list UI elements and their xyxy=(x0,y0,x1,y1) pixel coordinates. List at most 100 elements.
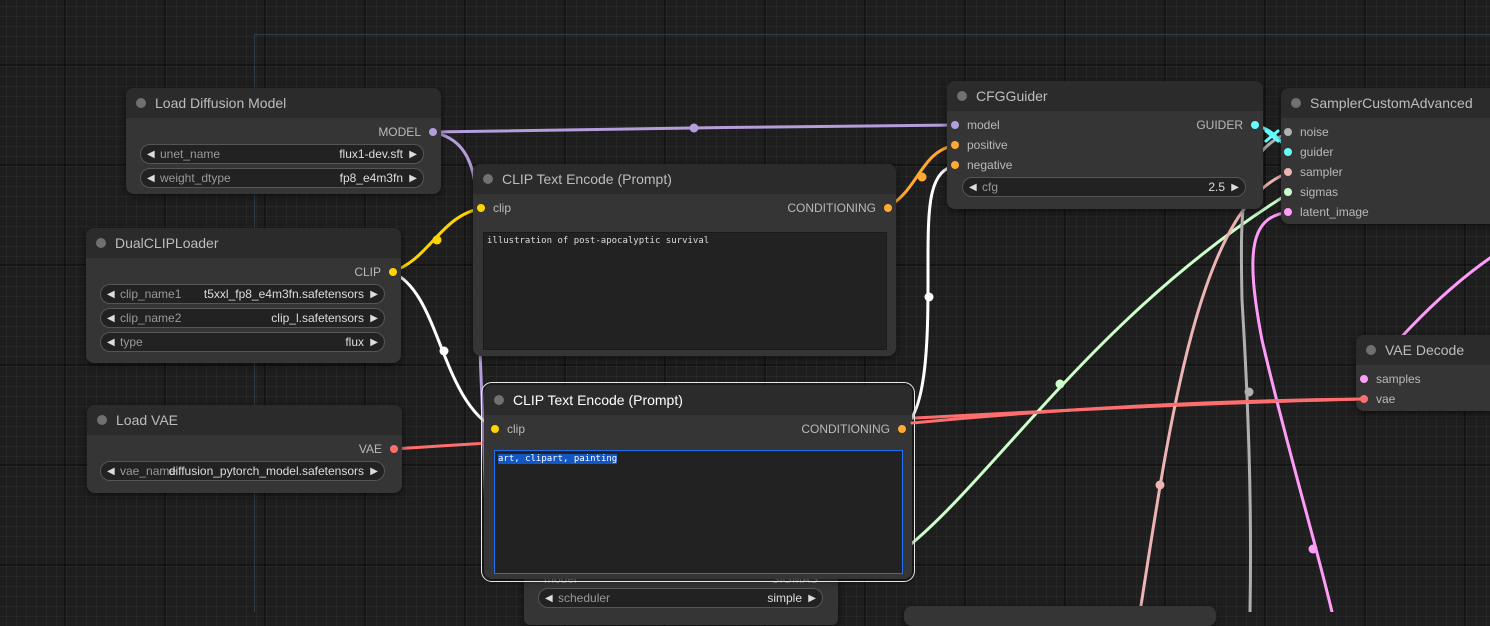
node-title[interactable]: SamplerCustomAdvanced xyxy=(1281,88,1490,118)
decrement-arrow-icon[interactable]: ◀ xyxy=(545,589,553,607)
slot-label: CONDITIONING xyxy=(801,422,890,436)
input-dot-icon[interactable] xyxy=(1360,395,1368,403)
decrement-arrow-icon[interactable]: ◀ xyxy=(969,178,977,196)
collapse-dot-icon[interactable] xyxy=(96,238,106,248)
collapse-dot-icon[interactable] xyxy=(136,98,146,108)
output-slot-clip[interactable]: CLIP xyxy=(354,262,397,282)
output-slot-guider[interactable]: GUIDER xyxy=(1196,115,1259,135)
prompt-textarea[interactable]: illustration of post-apocalyptic surviva… xyxy=(483,232,887,350)
input-slot-sampler[interactable]: sampler xyxy=(1284,162,1343,182)
increment-arrow-icon[interactable]: ▶ xyxy=(370,333,378,351)
slot-label: positive xyxy=(967,138,1008,152)
input-slot-clip[interactable]: clip xyxy=(491,419,526,439)
decrement-arrow-icon[interactable]: ◀ xyxy=(107,285,115,303)
slot-label: VAE xyxy=(358,442,382,456)
widget-clip-name2[interactable]: ◀ clip_name2 clip_l.safetensors ▶ xyxy=(100,308,385,328)
collapse-dot-icon[interactable] xyxy=(97,415,107,425)
collapse-dot-icon[interactable] xyxy=(483,174,493,184)
decrement-arrow-icon[interactable]: ◀ xyxy=(107,309,115,327)
node-title[interactable]: VAE Decode xyxy=(1356,335,1490,365)
widget-type[interactable]: ◀ type flux ▶ xyxy=(100,332,385,352)
input-dot-icon[interactable] xyxy=(951,141,959,149)
input-slot-noise[interactable]: noise xyxy=(1284,122,1329,142)
node-cfg-guider[interactable]: CFGGuider model positive negative GUIDER… xyxy=(947,81,1263,209)
input-slot-negative[interactable]: negative xyxy=(951,155,1012,175)
collapse-dot-icon[interactable] xyxy=(1291,98,1301,108)
widget-value: clip_l.safetensors xyxy=(271,311,364,325)
node-load-vae[interactable]: Load VAE VAE ◀ vae_name diffusion_pytorc… xyxy=(87,405,402,493)
decrement-arrow-icon[interactable]: ◀ xyxy=(147,145,155,163)
node-title[interactable]: DualCLIPLoader xyxy=(86,228,401,258)
output-dot-icon[interactable] xyxy=(429,128,437,136)
node-title[interactable]: CFGGuider xyxy=(947,81,1263,111)
increment-arrow-icon[interactable]: ▶ xyxy=(409,169,417,187)
output-dot-icon[interactable] xyxy=(390,445,398,453)
node-sampler-custom-advanced[interactable]: SamplerCustomAdvanced noise guider sampl… xyxy=(1281,88,1490,224)
output-slot-model[interactable]: MODEL xyxy=(378,122,437,142)
increment-arrow-icon[interactable]: ▶ xyxy=(409,145,417,163)
collapse-dot-icon[interactable] xyxy=(957,91,967,101)
output-dot-icon[interactable] xyxy=(389,268,397,276)
decrement-arrow-icon[interactable]: ◀ xyxy=(107,462,115,480)
node-title-text: DualCLIPLoader xyxy=(115,235,219,251)
input-dot-icon[interactable] xyxy=(491,425,499,433)
node-title[interactable]: CLIP Text Encode (Prompt) xyxy=(484,385,912,415)
slot-label: clip xyxy=(507,422,526,436)
output-dot-icon[interactable] xyxy=(884,204,892,212)
increment-arrow-icon[interactable]: ▶ xyxy=(1231,178,1239,196)
link-midpoint-positive xyxy=(917,172,927,182)
input-slot-latent-image[interactable]: latent_image xyxy=(1284,202,1369,222)
node-title[interactable]: Load VAE xyxy=(87,405,402,435)
input-dot-icon[interactable] xyxy=(477,204,485,212)
increment-arrow-icon[interactable]: ▶ xyxy=(808,589,816,607)
input-slot-guider[interactable]: guider xyxy=(1284,142,1333,162)
node-title[interactable]: CLIP Text Encode (Prompt) xyxy=(473,164,896,194)
input-slot-samples[interactable]: samples xyxy=(1360,369,1421,389)
input-dot-icon[interactable] xyxy=(1360,375,1368,383)
node-vae-decode[interactable]: VAE Decode samples vae xyxy=(1356,335,1490,411)
input-dot-icon[interactable] xyxy=(951,121,959,129)
link-model-cfg xyxy=(429,123,959,134)
widget-vae-name[interactable]: ◀ vae_name diffusion_pytorch_model.safet… xyxy=(100,461,385,481)
input-slot-clip[interactable]: clip xyxy=(477,198,511,218)
node-dual-clip-loader[interactable]: DualCLIPLoader CLIP ◀ clip_name1 t5xxl_f… xyxy=(86,228,401,363)
widget-weight-dtype[interactable]: ◀ weight_dtype fp8_e4m3fn ▶ xyxy=(140,168,424,188)
collapse-dot-icon[interactable] xyxy=(1366,345,1376,355)
input-slot-vae[interactable]: vae xyxy=(1360,389,1395,409)
widget-cfg[interactable]: ◀ cfg 2.5 ▶ xyxy=(962,177,1246,197)
node-load-diffusion-model[interactable]: Load Diffusion Model MODEL ◀ unet_name f… xyxy=(126,88,441,194)
slot-label: noise xyxy=(1300,125,1329,139)
prompt-textarea[interactable]: art, clipart, painting xyxy=(494,450,903,574)
input-slot-model[interactable]: model xyxy=(951,115,1000,135)
link-sampler xyxy=(1138,170,1293,612)
output-slot-conditioning[interactable]: CONDITIONING xyxy=(801,419,906,439)
input-dot-icon[interactable] xyxy=(1284,128,1292,136)
decrement-arrow-icon[interactable]: ◀ xyxy=(147,169,155,187)
input-dot-icon[interactable] xyxy=(1284,208,1292,216)
widget-unet-name[interactable]: ◀ unet_name flux1-dev.sft ▶ xyxy=(140,144,424,164)
input-dot-icon[interactable] xyxy=(1284,148,1292,156)
collapse-dot-icon[interactable] xyxy=(494,395,504,405)
output-dot-icon[interactable] xyxy=(1251,121,1259,129)
input-slot-positive[interactable]: positive xyxy=(951,135,1008,155)
widget-clip-name1[interactable]: ◀ clip_name1 t5xxl_fp8_e4m3fn.safetensor… xyxy=(100,284,385,304)
output-slot-conditioning[interactable]: CONDITIONING xyxy=(787,198,892,218)
input-dot-icon[interactable] xyxy=(1284,168,1292,176)
node-title[interactable]: Load Diffusion Model xyxy=(126,88,441,118)
slot-label: CONDITIONING xyxy=(787,201,876,215)
node-partial-bottom[interactable] xyxy=(904,606,1216,626)
output-slot-vae[interactable]: VAE xyxy=(358,439,398,459)
increment-arrow-icon[interactable]: ▶ xyxy=(370,462,378,480)
slot-label: model xyxy=(967,118,1000,132)
node-clip-text-encode-negative[interactable]: CLIP Text Encode (Prompt) clip CONDITION… xyxy=(481,382,915,582)
widget-scheduler[interactable]: ◀ scheduler simple ▶ xyxy=(538,588,823,608)
input-dot-icon[interactable] xyxy=(951,161,959,169)
output-dot-icon[interactable] xyxy=(898,425,906,433)
input-dot-icon[interactable] xyxy=(1284,188,1292,196)
increment-arrow-icon[interactable]: ▶ xyxy=(370,309,378,327)
increment-arrow-icon[interactable]: ▶ xyxy=(370,285,378,303)
decrement-arrow-icon[interactable]: ◀ xyxy=(107,333,115,351)
widget-value: t5xxl_fp8_e4m3fn.safetensors xyxy=(203,287,364,301)
node-clip-text-encode-positive[interactable]: CLIP Text Encode (Prompt) clip CONDITION… xyxy=(473,164,896,356)
input-slot-sigmas[interactable]: sigmas xyxy=(1284,182,1338,202)
